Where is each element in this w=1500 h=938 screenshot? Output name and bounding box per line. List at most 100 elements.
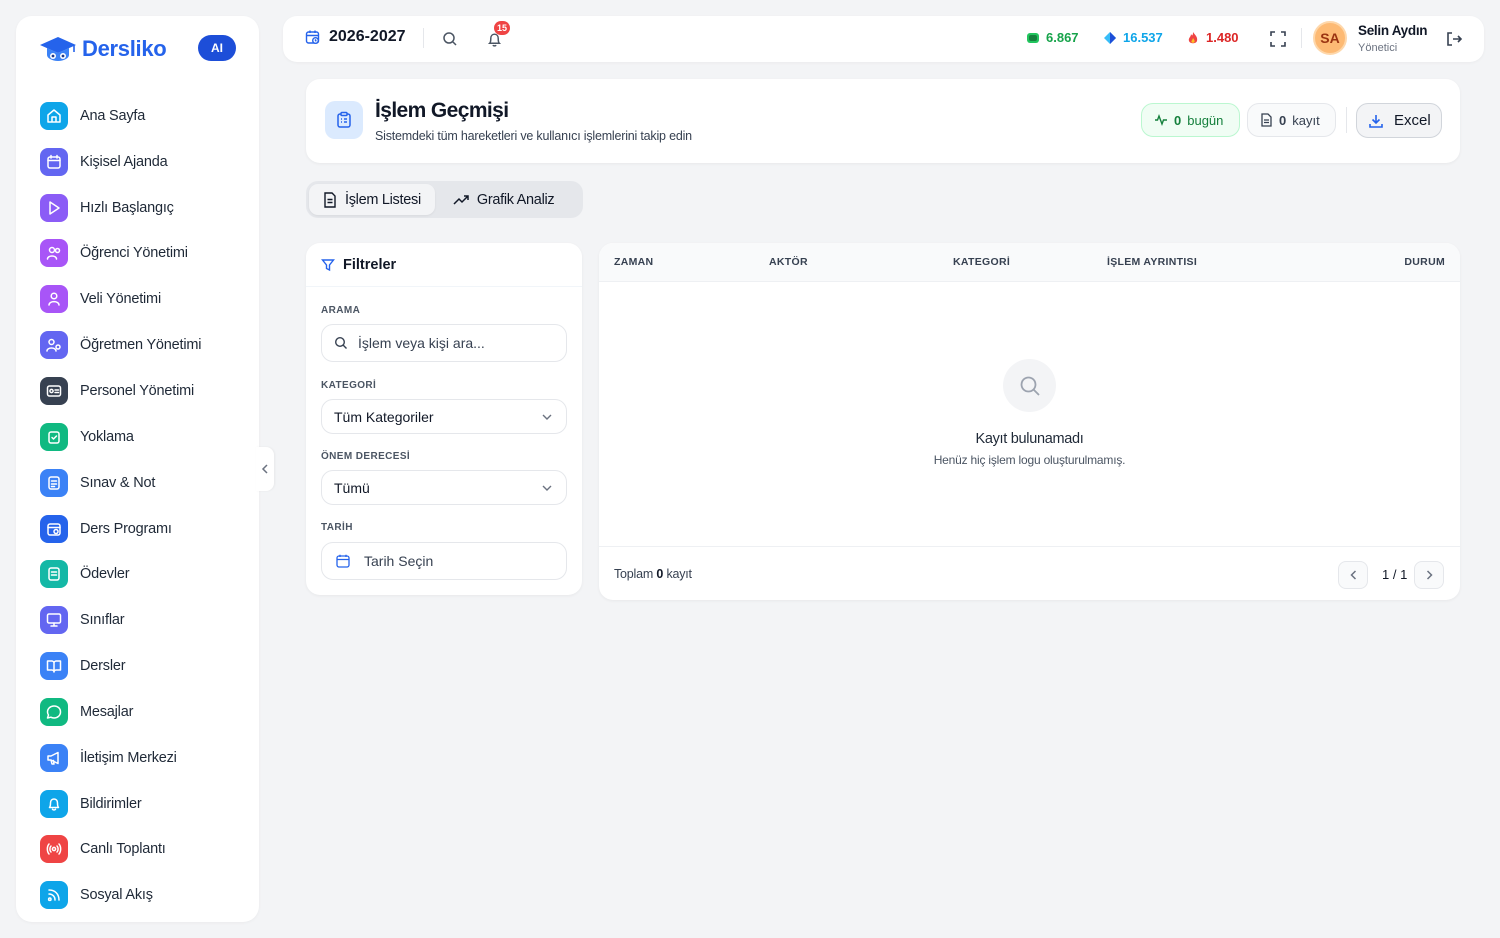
today-label: bugün — [1187, 112, 1224, 128]
sidebar-item-label: Sınıflar — [80, 612, 125, 629]
filter-icon — [321, 258, 335, 271]
sidebar-collapse-button[interactable] — [256, 447, 274, 491]
stat-points: 16.537 — [1103, 30, 1163, 45]
total-suffix: kayıt — [666, 567, 692, 581]
page-header-card: İşlem Geçmişi Sistemdeki tüm hareketleri… — [306, 79, 1460, 163]
megaphone-icon — [40, 743, 68, 772]
chevron-down-icon — [542, 485, 552, 491]
search-label: ARAMA — [321, 305, 361, 316]
column-header-category[interactable]: KATEGORİ — [953, 256, 1010, 268]
chevron-left-icon — [261, 464, 268, 474]
sidebar-item-label: Mesajlar — [80, 703, 134, 720]
academic-year-selector[interactable]: 2026-2027 — [305, 28, 406, 46]
sidebar-item-ogretmen-yonetimi[interactable]: Öğretmen Yönetimi — [40, 322, 240, 368]
sidebar-item-label: Ders Programı — [80, 520, 172, 537]
search-button[interactable] — [440, 29, 460, 49]
sidebar-item-label: Bildirimler — [80, 795, 142, 812]
rss-icon — [40, 881, 68, 910]
sidebar-item-label: Sosyal Akış — [80, 887, 153, 904]
total-records: Toplam 0 kayıt — [614, 567, 692, 581]
sidebar-item-ana-sayfa[interactable]: Ana Sayfa — [40, 93, 240, 139]
priority-label: ÖNEM DERECESİ — [321, 451, 411, 462]
user-name[interactable]: Selin Aydın — [1358, 23, 1428, 38]
sidebar-item-label: Ödevler — [80, 566, 130, 583]
topbar: 2026-2027 15 6.867 16.537 1.480 — [283, 16, 1484, 62]
record-label: kayıt — [1292, 112, 1320, 128]
file-icon — [1261, 113, 1272, 127]
sidebar-item-ders-programi[interactable]: Ders Programı — [40, 506, 240, 552]
logout-button[interactable] — [1444, 29, 1464, 49]
sidebar-item-sosyal-akis[interactable]: Sosyal Akış — [40, 872, 240, 918]
search-icon — [1003, 359, 1056, 412]
tab-label: Grafik Analiz — [476, 191, 555, 208]
divider — [1346, 107, 1347, 133]
sidebar-item-hizli-baslangic[interactable]: Hızlı Başlangıç — [40, 185, 240, 231]
logout-icon — [1447, 32, 1463, 46]
category-label: KATEGORİ — [321, 380, 377, 391]
broadcast-icon — [40, 835, 68, 864]
green-gem-icon — [1027, 32, 1039, 43]
user-avatar[interactable]: SA — [1313, 21, 1347, 55]
tab-chart-analysis[interactable]: Grafik Analiz — [439, 184, 569, 215]
sidebar-item-ogrenci-yonetimi[interactable]: Öğrenci Yönetimi — [40, 231, 240, 277]
previous-page-button[interactable] — [1338, 561, 1368, 589]
column-header-actor[interactable]: AKTÖR — [769, 256, 808, 268]
sidebar-item-label: İletişim Merkezi — [80, 749, 177, 766]
search-placeholder: İşlem veya kişi ara... — [358, 335, 485, 351]
stat-students: 6.867 — [1026, 30, 1079, 45]
home-icon — [40, 101, 68, 130]
fullscreen-icon — [1270, 31, 1286, 47]
calendar-icon — [40, 147, 68, 176]
page-title: İşlem Geçmişi — [375, 99, 509, 122]
table-footer: Toplam 0 kayıt 1 / 1 — [599, 546, 1460, 600]
notification-count-badge: 15 — [494, 21, 511, 35]
sidebar-item-personel-yonetimi[interactable]: Personel Yönetimi — [40, 368, 240, 414]
total-count: 0 — [656, 567, 664, 581]
priority-value: Tümü — [334, 479, 370, 496]
column-header-time[interactable]: ZAMAN — [614, 256, 653, 268]
fullscreen-button[interactable] — [1268, 29, 1288, 49]
sidebar-item-sinav-not[interactable]: Sınav & Not — [40, 460, 240, 506]
sidebar-item-veli-yonetimi[interactable]: Veli Yönetimi — [40, 276, 240, 322]
priority-select[interactable]: Tümü — [321, 470, 567, 505]
sidebar-item-canli-toplanti[interactable]: Canlı Toplantı — [40, 827, 240, 873]
record-count: 0 — [1279, 112, 1287, 128]
search-icon — [334, 336, 347, 349]
today-count: 0 — [1174, 112, 1182, 128]
date-picker[interactable]: Tarih Seçin — [321, 542, 567, 580]
teacher-icon — [40, 331, 68, 360]
calendar-icon — [336, 554, 350, 568]
next-page-button[interactable] — [1414, 561, 1444, 589]
ai-badge[interactable]: AI — [198, 35, 236, 61]
sidebar-item-mesajlar[interactable]: Mesajlar — [40, 689, 240, 735]
date-label: TARİH — [321, 522, 353, 533]
view-tabs: İşlem Listesi Grafik Analiz — [306, 181, 583, 218]
export-excel-button[interactable]: Excel — [1356, 103, 1442, 138]
category-select[interactable]: Tüm Kategoriler — [321, 399, 567, 434]
fire-icon — [1188, 31, 1198, 43]
exam-icon — [40, 468, 68, 497]
excel-label: Excel — [1394, 112, 1431, 129]
sidebar-item-label: Dersler — [80, 658, 126, 675]
brand[interactable]: Dersliko — [38, 34, 167, 64]
search-input[interactable]: İşlem veya kişi ara... — [321, 324, 567, 362]
sidebar-item-siniflar[interactable]: Sınıflar — [40, 597, 240, 643]
graduation-cap-logo-icon — [40, 37, 76, 61]
sidebar-item-dersler[interactable]: Dersler — [40, 643, 240, 689]
clipboard-list-icon — [325, 101, 363, 139]
column-header-details[interactable]: İŞLEM AYRINTISI — [1107, 256, 1197, 268]
sidebar-item-label: Yoklama — [80, 428, 134, 445]
chevron-left-icon — [1349, 570, 1356, 580]
stat-streak: 1.480 — [1186, 30, 1239, 45]
sidebar-item-label: Kişisel Ajanda — [80, 153, 168, 170]
filters-header: Filtreler — [306, 243, 582, 287]
column-header-status[interactable]: DURUM — [1404, 256, 1445, 268]
log-table: ZAMAN AKTÖR KATEGORİ İŞLEM AYRINTISI DUR… — [599, 243, 1460, 600]
sidebar-item-iletisim-merkezi[interactable]: İletişim Merkezi — [40, 735, 240, 781]
sidebar-item-kisisel-ajanda[interactable]: Kişisel Ajanda — [40, 139, 240, 185]
sidebar-item-bildirimler[interactable]: Bildirimler — [40, 781, 240, 827]
sidebar-item-yoklama[interactable]: Yoklama — [40, 414, 240, 460]
sidebar-item-odevler[interactable]: Ödevler — [40, 551, 240, 597]
trending-up-icon — [453, 194, 469, 205]
tab-transaction-list[interactable]: İşlem Listesi — [309, 184, 435, 215]
